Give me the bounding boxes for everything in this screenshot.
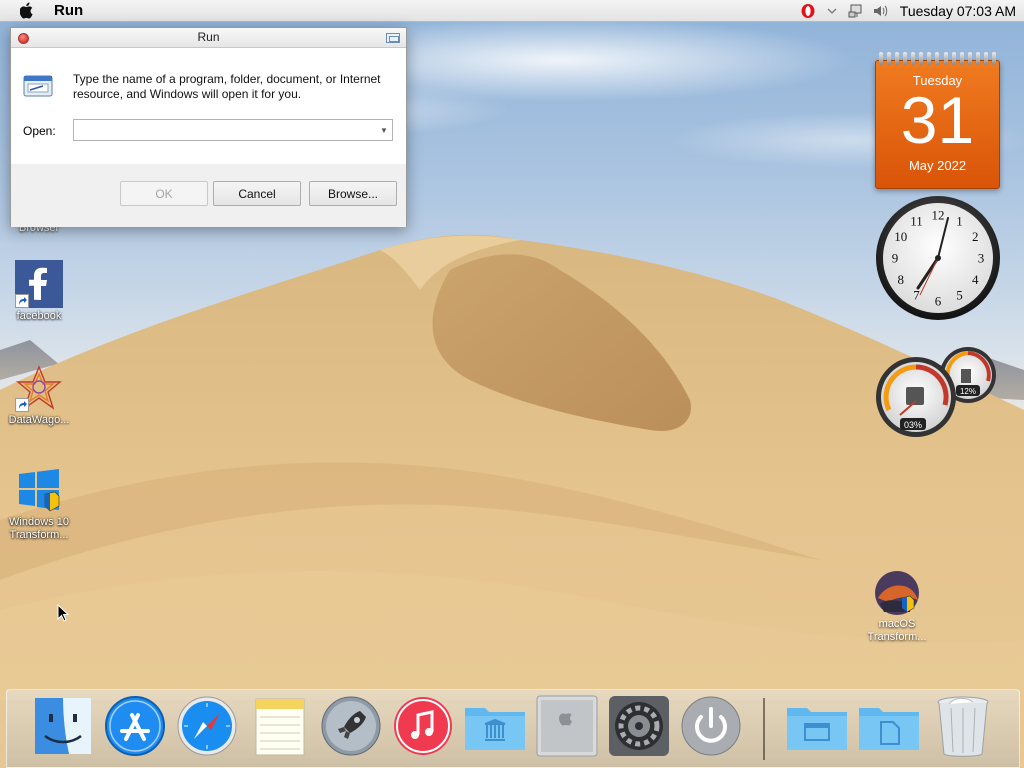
itunes-icon[interactable] xyxy=(391,694,455,758)
calendar-binding-rings xyxy=(879,52,996,66)
clock-numeral: 5 xyxy=(956,288,963,303)
opera-icon[interactable] xyxy=(800,3,816,19)
cancel-button[interactable]: Cancel xyxy=(213,181,301,206)
menu-bar: Run Tuesday 07:03 AM xyxy=(0,0,1024,22)
network-icon[interactable] xyxy=(848,3,864,19)
desktop-icon-label: facebook xyxy=(16,310,62,322)
documents-folder-icon[interactable] xyxy=(857,694,921,758)
desktop-icon-label: DataWago... xyxy=(8,414,70,426)
close-button[interactable] xyxy=(18,33,29,44)
run-dialog-title: Run xyxy=(197,30,220,44)
run-dialog: Run Type the name of a program, folder, … xyxy=(10,27,407,227)
ok-button[interactable]: OK xyxy=(120,181,208,206)
clock-numeral: 3 xyxy=(978,251,985,266)
run-program-icon xyxy=(23,74,53,98)
desktop-icon-label: macOS xyxy=(878,618,916,630)
browse-button[interactable]: Browse... xyxy=(309,181,397,206)
clock-numeral: 12 xyxy=(932,208,945,223)
finder-icon[interactable] xyxy=(31,694,95,758)
desktop-icon-windows10-transformation[interactable]: Windows 10 Transform... xyxy=(0,466,78,542)
cpu-usage-value: 03% xyxy=(904,420,922,430)
clock-numeral: 9 xyxy=(892,251,899,266)
trash-icon[interactable] xyxy=(931,694,995,758)
chevron-down-icon[interactable]: ▼ xyxy=(377,121,391,139)
windows-logo-icon xyxy=(15,466,63,514)
run-dialog-description: Type the name of a program, folder, docu… xyxy=(73,72,381,101)
shortcut-arrow-icon xyxy=(15,398,29,412)
run-dialog-titlebar[interactable]: Run xyxy=(11,28,406,48)
active-app-name[interactable]: Run xyxy=(54,2,83,19)
volume-icon[interactable] xyxy=(872,3,888,19)
open-field-label: Open: xyxy=(23,124,56,138)
open-command-input[interactable] xyxy=(73,119,393,141)
dock-separator xyxy=(763,698,765,760)
system-preferences-icon[interactable] xyxy=(607,694,671,758)
calendar-gadget[interactable]: Tuesday 31 May 2022 xyxy=(875,52,1000,189)
analog-clock-face: 12 12 3 45678 9 1011 xyxy=(876,196,1000,320)
notes-icon[interactable] xyxy=(247,694,311,758)
app-store-icon[interactable] xyxy=(103,694,167,758)
shortcut-arrow-icon xyxy=(15,294,29,308)
applications-folder-icon[interactable] xyxy=(463,694,527,758)
launchpad-icon[interactable] xyxy=(319,694,383,758)
restore-window-icon[interactable] xyxy=(386,33,400,43)
chevron-down-icon[interactable] xyxy=(824,3,840,19)
dock xyxy=(6,689,1020,768)
clock-numeral: 6 xyxy=(935,294,942,309)
macos-transformation-icon xyxy=(874,570,920,616)
facebook-icon xyxy=(15,260,63,308)
desktop-icon-datawago[interactable]: DataWago... xyxy=(0,364,78,427)
datawago-icon xyxy=(15,364,63,412)
power-icon[interactable] xyxy=(679,694,743,758)
clock-numeral: 11 xyxy=(910,213,923,228)
desktop-icon-label: Transform... xyxy=(867,631,927,643)
clock-gadget[interactable]: 12 1 2 3 4 5 6 7 8 9 10 11 xyxy=(874,194,1002,322)
clock-numeral: 8 xyxy=(898,272,905,287)
clock-numeral: 4 xyxy=(972,272,979,287)
run-dialog-button-bar: OK Cancel Browse... xyxy=(11,164,406,227)
clock-numeral: 7 xyxy=(913,288,920,303)
desktop-icon-facebook[interactable]: facebook xyxy=(0,260,78,323)
cpu-meter-gadget[interactable]: 03% 12% xyxy=(872,345,1000,440)
mac-pro-icon[interactable] xyxy=(535,694,599,758)
mouse-cursor-icon xyxy=(57,604,69,622)
downloads-folder-icon[interactable] xyxy=(785,694,849,758)
clock-numeral: 10 xyxy=(894,229,907,244)
menubar-clock[interactable]: Tuesday 07:03 AM xyxy=(900,3,1016,19)
calendar-month-year: May 2022 xyxy=(908,158,967,173)
apple-icon[interactable] xyxy=(18,2,36,20)
desktop-icon-label: Windows 10 xyxy=(9,516,69,528)
desktop-icon-macos-transformation[interactable]: macOS Transform... xyxy=(860,570,934,644)
clock-numeral: 1 xyxy=(956,213,963,228)
cpu-ram-meter: 03% 12% xyxy=(876,347,996,437)
safari-icon[interactable] xyxy=(175,694,239,758)
ram-usage-value: 12% xyxy=(960,387,976,396)
clock-numeral: 2 xyxy=(972,229,979,244)
desktop-icon-label: Transform... xyxy=(9,529,69,541)
calendar-date: 31 xyxy=(900,83,975,157)
